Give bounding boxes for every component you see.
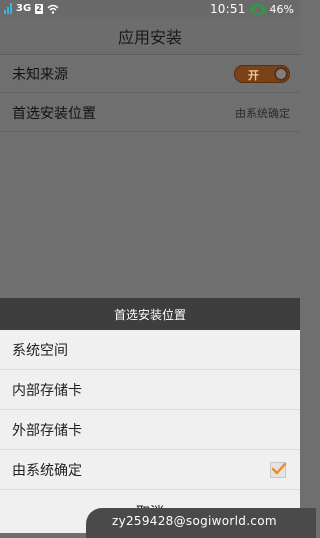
battery-percentage: 46% [269,2,294,16]
network-type-label: 3G [16,3,32,14]
signal-strength-icon [4,3,12,14]
watermark-text: zy259428@sogiworld.com [86,508,316,538]
status-bar-right: 10:51 46% [210,2,294,16]
toggle-knob [274,66,288,81]
settings-list: 未知来源 开 首选安装位置 由系统确定 [0,55,300,298]
unknown-sources-row[interactable]: 未知来源 开 [0,55,300,93]
page-title-bar: 应用安装 [0,18,300,55]
option-system-space[interactable]: 系统空间 [0,330,300,370]
option-label: 系统空间 [12,342,68,359]
sim-slot-badge: 2 [35,3,43,14]
dialog-title: 首选安装位置 [113,307,186,322]
option-internal-storage[interactable]: 内部存储卡 [0,370,300,410]
option-label: 外部存储卡 [12,422,82,439]
install-location-label: 首选安装位置 [12,105,96,122]
install-location-value: 由系统确定 [235,106,290,120]
install-location-row[interactable]: 首选安装位置 由系统确定 [0,94,300,132]
dialog-header: 首选安装位置 [0,298,300,330]
install-location-dialog: 首选安装位置 系统空间 内部存储卡 外部存储卡 由系统确定 取消 [0,298,300,533]
battery-icon [249,3,266,15]
option-label: 内部存储卡 [12,382,82,399]
option-external-storage[interactable]: 外部存储卡 [0,410,300,450]
toggle-on-label: 开 [248,68,259,82]
status-bar: 3G 2 10:51 46% [0,0,300,18]
unknown-sources-toggle[interactable]: 开 [234,64,290,83]
status-bar-left: 3G 2 [4,3,59,14]
selected-check-icon[interactable] [270,461,287,478]
wifi-icon [47,4,59,14]
option-system-decides[interactable]: 由系统确定 [0,450,300,490]
clock-time: 10:51 [209,2,246,16]
unknown-sources-label: 未知来源 [12,66,68,83]
page-title: 应用安装 [117,28,182,47]
option-label: 由系统确定 [12,462,82,479]
checkmark-icon [271,462,287,474]
